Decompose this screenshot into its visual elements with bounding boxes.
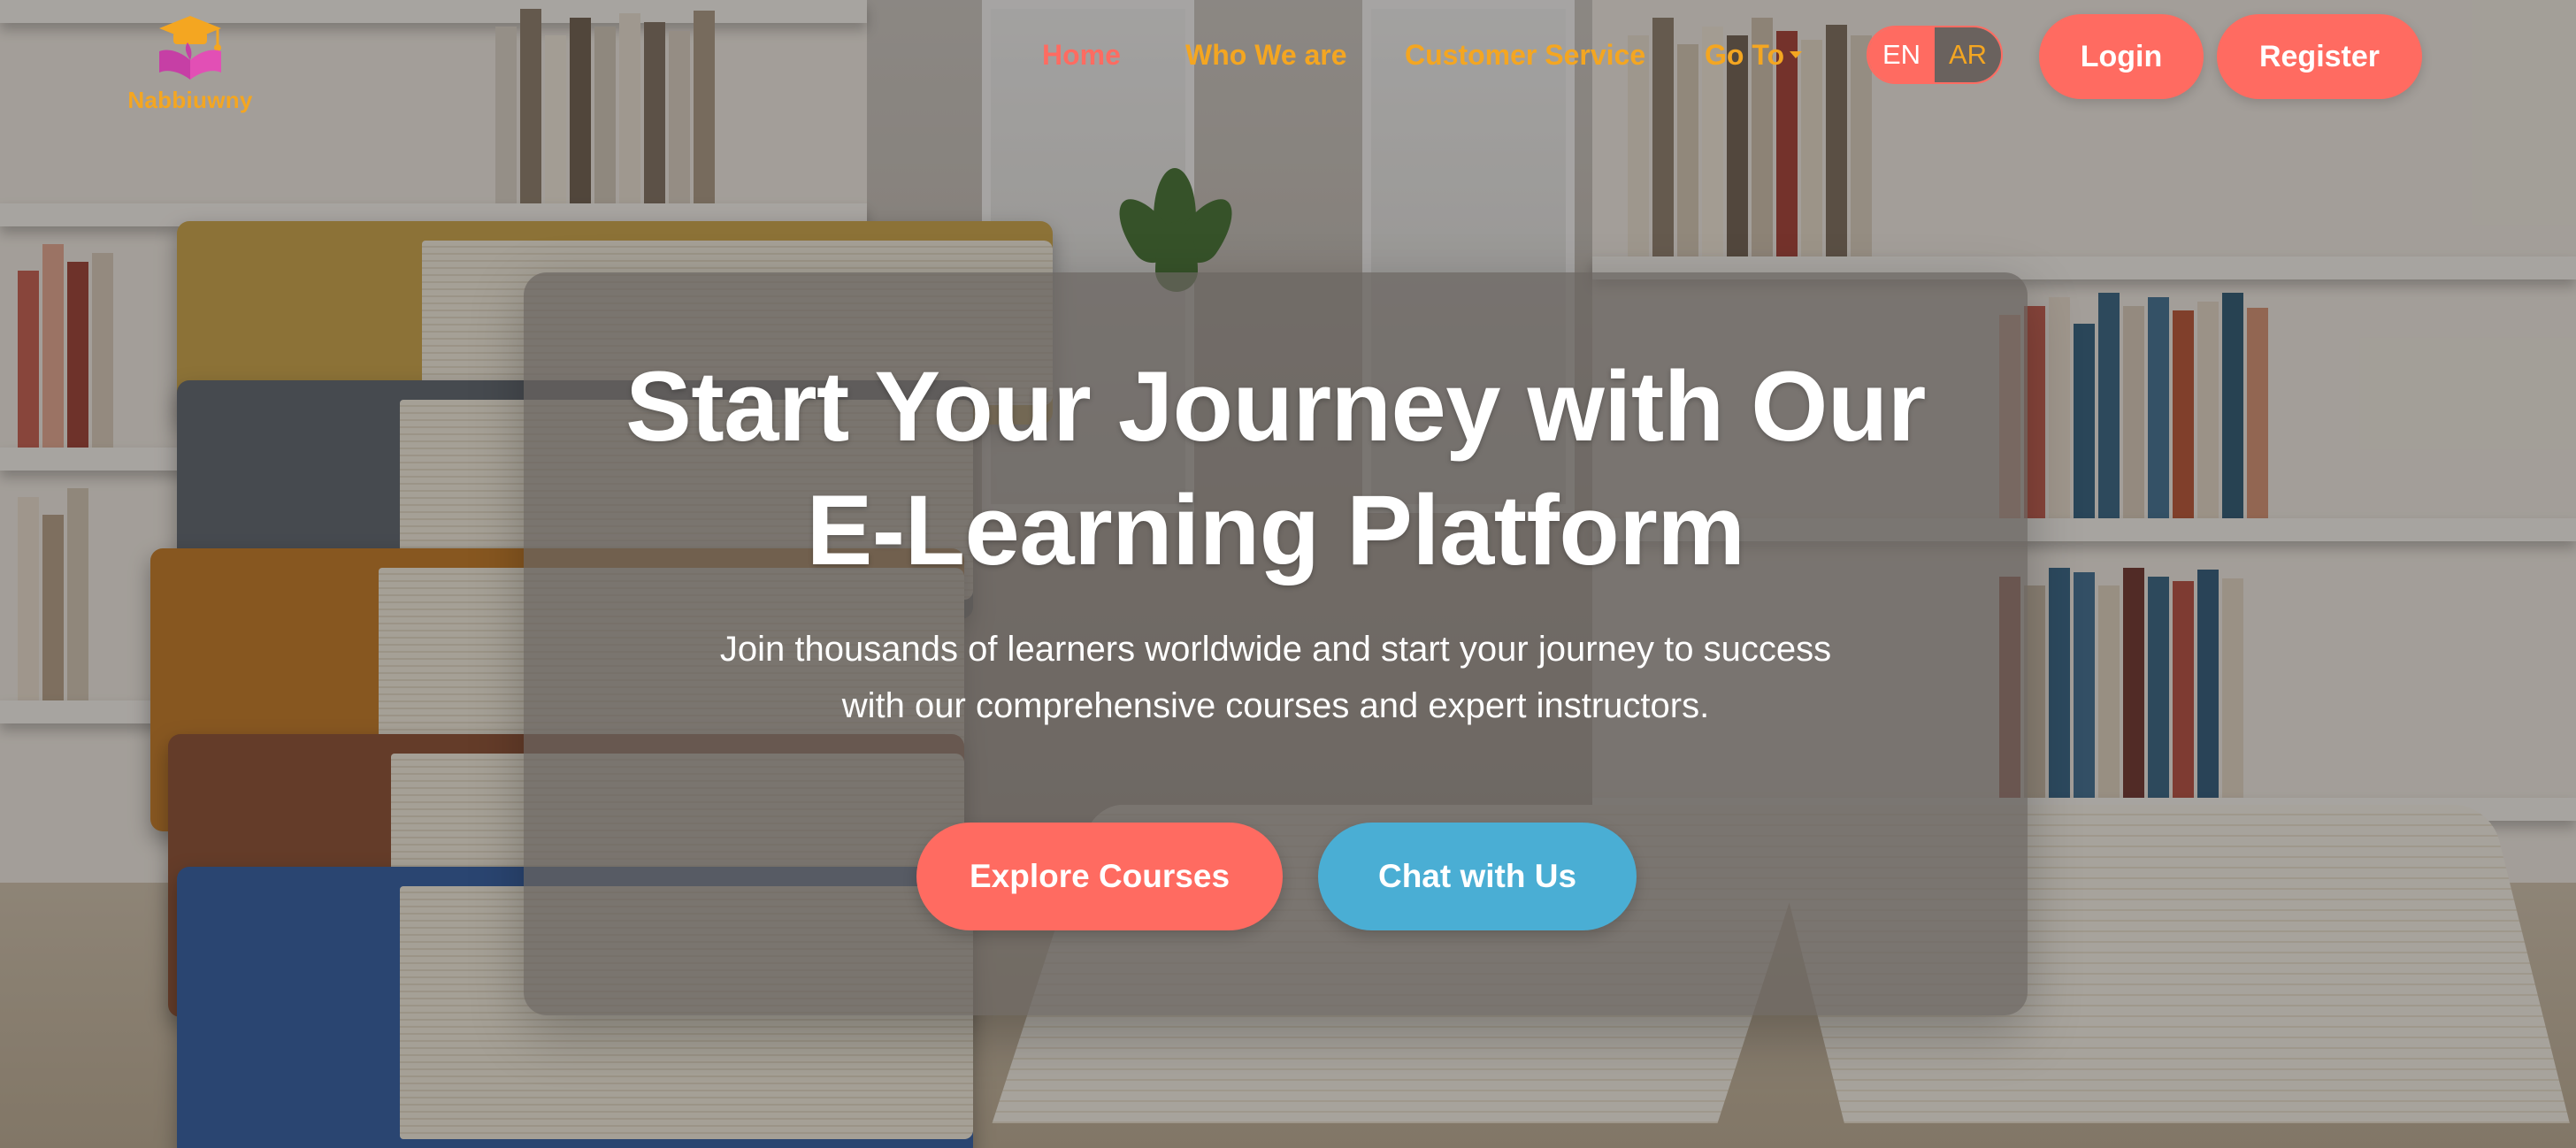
brand-name: Nabbiuwny bbox=[127, 87, 253, 113]
graduation-cap-book-logo-icon bbox=[159, 16, 221, 80]
language-ar-option[interactable]: AR bbox=[1935, 27, 2001, 82]
explore-courses-button[interactable]: Explore Courses bbox=[916, 823, 1283, 930]
hero-subtitle-line-1: Join thousands of learners worldwide and… bbox=[719, 630, 1832, 669]
hero-title-line-2: E-Learning Platform bbox=[806, 475, 1745, 585]
register-button[interactable]: Register bbox=[2217, 14, 2422, 99]
hero-title-line-1: Start Your Journey with Our bbox=[625, 351, 1926, 462]
site-logo[interactable]: Nabbiuwny bbox=[124, 11, 257, 114]
language-en-option[interactable]: EN bbox=[1868, 27, 1935, 82]
nav-home-link[interactable]: Home bbox=[1042, 39, 1121, 72]
nav-customer-service-link[interactable]: Customer Service bbox=[1405, 39, 1645, 72]
caret-down-icon[interactable] bbox=[1790, 51, 1803, 58]
hero-subtitle-line-2: with our comprehensive courses and exper… bbox=[841, 686, 1710, 725]
hero-card: Start Your Journey with Our E-Learning P… bbox=[524, 272, 2028, 1015]
nav-go-to-label[interactable]: Go To bbox=[1705, 39, 1784, 72]
chat-with-us-button[interactable]: Chat with Us bbox=[1318, 823, 1637, 930]
hero-title: Start Your Journey with Our E-Learning P… bbox=[524, 345, 2028, 593]
login-button[interactable]: Login bbox=[2039, 14, 2204, 99]
nav-go-to-dropdown[interactable]: Go To bbox=[1705, 34, 1803, 76]
language-switcher: EN AR bbox=[1867, 26, 2003, 84]
nav-who-we-are-link[interactable]: Who We are bbox=[1185, 39, 1347, 72]
hero-subtitle: Join thousands of learners worldwide and… bbox=[524, 621, 2028, 734]
